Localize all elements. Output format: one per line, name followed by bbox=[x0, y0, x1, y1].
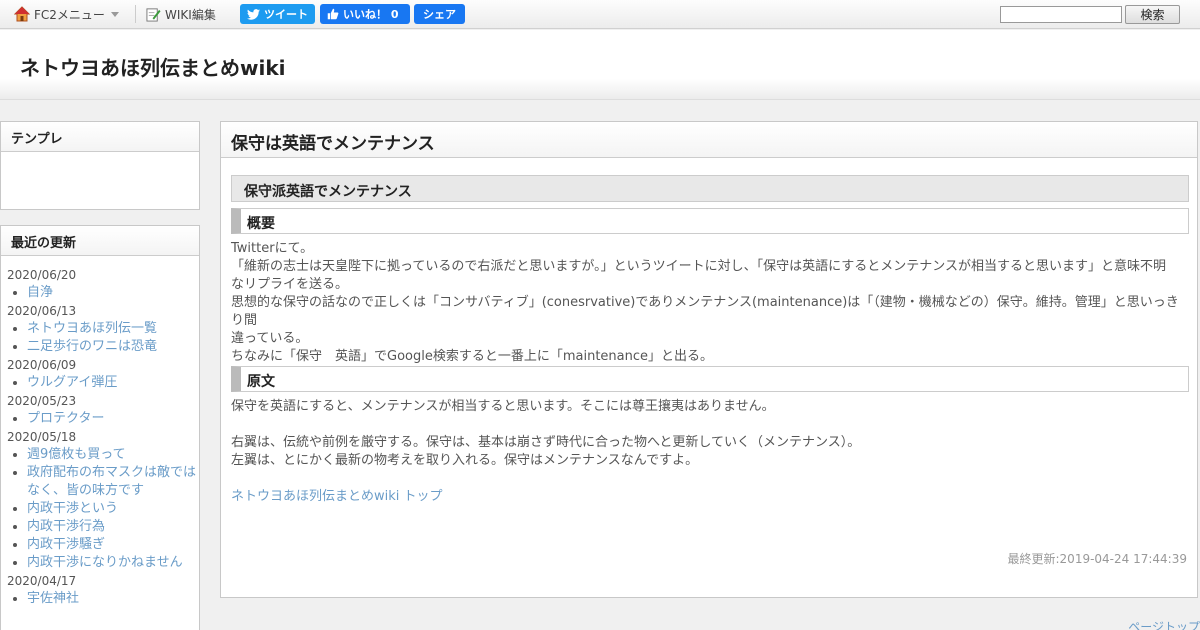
original-text: 保守を英語にすると、メンテナンスが相当すると思います。そこには尊王攘夷はありませ… bbox=[231, 398, 1191, 470]
update-list: 宇佐神社 bbox=[7, 590, 199, 608]
wiki-top-link[interactable]: ネトウヨあほ列伝まとめwiki トップ bbox=[231, 488, 443, 506]
text-line: 違っている。 bbox=[231, 331, 309, 346]
text-line: 保守を英語にすると、メンテナンスが相当すると思います。そこには尊王攘夷はありませ… bbox=[231, 399, 775, 414]
share-label: シェア bbox=[423, 8, 456, 21]
update-link[interactable]: ウルグアイ弾圧 bbox=[7, 374, 197, 392]
wiki-edit-label: WIKI編集 bbox=[165, 7, 216, 22]
update-list: 自浄 bbox=[7, 284, 199, 302]
like-label: いいね！ 0 bbox=[343, 8, 399, 21]
update-link[interactable]: 内政干渉騒ぎ bbox=[7, 536, 197, 554]
share-button[interactable]: シェア bbox=[414, 4, 465, 24]
text-line: 「維新の志士は天皇陛下に拠っているので右派だと思いますが。」というツイートに対し… bbox=[231, 259, 1166, 274]
main-content: 保守は英語でメンテナンス 保守派英語でメンテナンス 概要 Twitterにて。「… bbox=[220, 121, 1198, 598]
search-button[interactable]: 検索 bbox=[1125, 5, 1180, 24]
search-input[interactable] bbox=[1000, 6, 1122, 23]
update-link[interactable]: 週9億枚も買って bbox=[7, 446, 197, 464]
update-link[interactable]: 内政干渉になりかねません bbox=[7, 554, 197, 572]
edit-icon bbox=[146, 7, 161, 22]
update-link[interactable]: 宇佐神社 bbox=[7, 590, 197, 608]
update-link[interactable]: 二足歩行のワニは恐竜 bbox=[7, 338, 197, 356]
text-line: ちなみに「保守 英語」でGoogle検索すると一番上に「maintenance」… bbox=[231, 349, 714, 364]
site-title[interactable]: ネトウヨあほ列伝まとめwiki bbox=[20, 52, 286, 81]
fc2-menu-button[interactable]: FC2メニュー bbox=[14, 5, 119, 23]
template-box: テンプレ bbox=[0, 121, 200, 210]
update-list: ネトウヨあほ列伝一覧 二足歩行のワニは恐竜 bbox=[7, 320, 199, 356]
original-heading: 原文 bbox=[231, 366, 1189, 392]
update-date: 2020/05/23 bbox=[7, 394, 77, 408]
template-box-title: テンプレ bbox=[1, 122, 199, 152]
update-list: プロテクター bbox=[7, 410, 199, 428]
text-line: Twitterにて。 bbox=[231, 241, 314, 256]
text-line: 右翼は、伝統や前例を厳守する。保守は、基本は崩さず時代に合った物へと更新していく… bbox=[231, 435, 861, 450]
home-icon bbox=[14, 6, 30, 22]
update-date: 2020/04/17 bbox=[7, 574, 77, 588]
update-date: 2020/06/09 bbox=[7, 358, 77, 372]
thumbs-up-icon bbox=[327, 8, 339, 20]
update-list: ウルグアイ弾圧 bbox=[7, 374, 199, 392]
text-line bbox=[231, 416, 1191, 434]
like-button[interactable]: いいね！ 0 bbox=[320, 4, 410, 24]
chevron-down-icon bbox=[110, 11, 119, 17]
page-title: 保守は英語でメンテナンス bbox=[221, 122, 1197, 158]
divider bbox=[135, 5, 136, 23]
last-modified: 最終更新:2019-04-24 17:44:39 bbox=[1007, 552, 1188, 566]
text-line: 左翼は、とにかく最新の物考えを取り入れる。保守はメンテナンスなんですよ。 bbox=[231, 453, 699, 468]
recent-updates-box: 最近の更新 2020/06/20 自浄 2020/06/13 ネトウヨあほ列伝一覧 二足… bbox=[0, 225, 200, 630]
twitter-bird-icon bbox=[247, 8, 260, 20]
overview-text: Twitterにて。「維新の志士は天皇陛下に拠っているので右派だと思いますが。」… bbox=[231, 240, 1191, 366]
update-link[interactable]: 政府配布の布マスクは敵ではなく、皆の味方です bbox=[7, 464, 197, 500]
page-top-link[interactable]: ページトップ bbox=[1128, 618, 1200, 630]
update-date: 2020/06/20 bbox=[7, 268, 77, 282]
update-link[interactable]: ネトウヨあほ列伝一覧 bbox=[7, 320, 197, 338]
tweet-label: ツイート bbox=[264, 8, 308, 21]
update-date: 2020/06/13 bbox=[7, 304, 77, 318]
update-date: 2020/05/18 bbox=[7, 430, 77, 444]
recent-updates-title: 最近の更新 bbox=[1, 226, 199, 256]
tweet-button[interactable]: ツイート bbox=[240, 4, 315, 24]
section-title: 保守派英語でメンテナンス bbox=[231, 175, 1189, 202]
wiki-edit-link[interactable]: WIKI編集 bbox=[146, 5, 216, 23]
update-link[interactable]: 内政干渉行為 bbox=[7, 518, 197, 536]
update-link[interactable]: 自浄 bbox=[7, 284, 197, 302]
update-list: 週9億枚も買って 政府配布の布マスクは敵ではなく、皆の味方です 内政干渉という 内政干… bbox=[7, 446, 199, 572]
text-line: 思想的な保守の話なので正しくは「コンサバティブ」(conesrvative)であ… bbox=[231, 295, 1179, 328]
fc2-menu-label: FC2メニュー bbox=[34, 7, 105, 22]
update-link[interactable]: 内政干渉という bbox=[7, 500, 197, 518]
recent-updates-list: 2020/06/20 自浄 2020/06/13 ネトウヨあほ列伝一覧 二足歩行のワニは… bbox=[1, 256, 199, 608]
text-line: なリプライを送る。 bbox=[231, 277, 349, 292]
site-header: ネトウヨあほ列伝まとめwiki bbox=[0, 30, 1200, 100]
overview-heading: 概要 bbox=[231, 208, 1189, 234]
update-link[interactable]: プロテクター bbox=[7, 410, 197, 428]
fc2-toolbar: FC2メニュー WIKI編集 ツイート いいね！ 0 シェア 検索 bbox=[0, 0, 1200, 29]
